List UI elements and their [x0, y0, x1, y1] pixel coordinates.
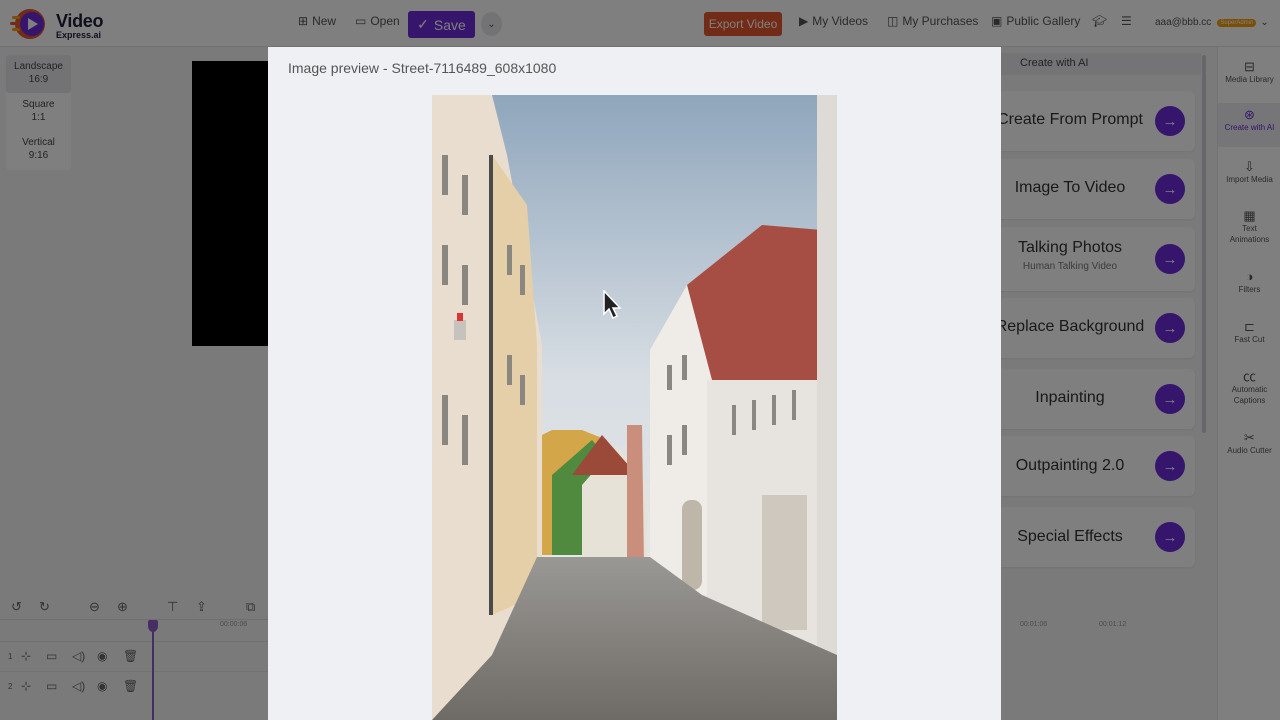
street-photo-illustration [432, 95, 837, 720]
modal-title: Image preview - Street-7116489_608x1080 [288, 60, 557, 76]
video-editor-app: Video Express.ai ⊞ New ▭ Open ✓ Save ⌄ E… [0, 0, 1280, 720]
preview-image [432, 95, 837, 720]
image-preview-modal: Image preview - Street-7116489_608x1080 [268, 47, 1001, 720]
mouse-cursor-icon [603, 290, 622, 320]
